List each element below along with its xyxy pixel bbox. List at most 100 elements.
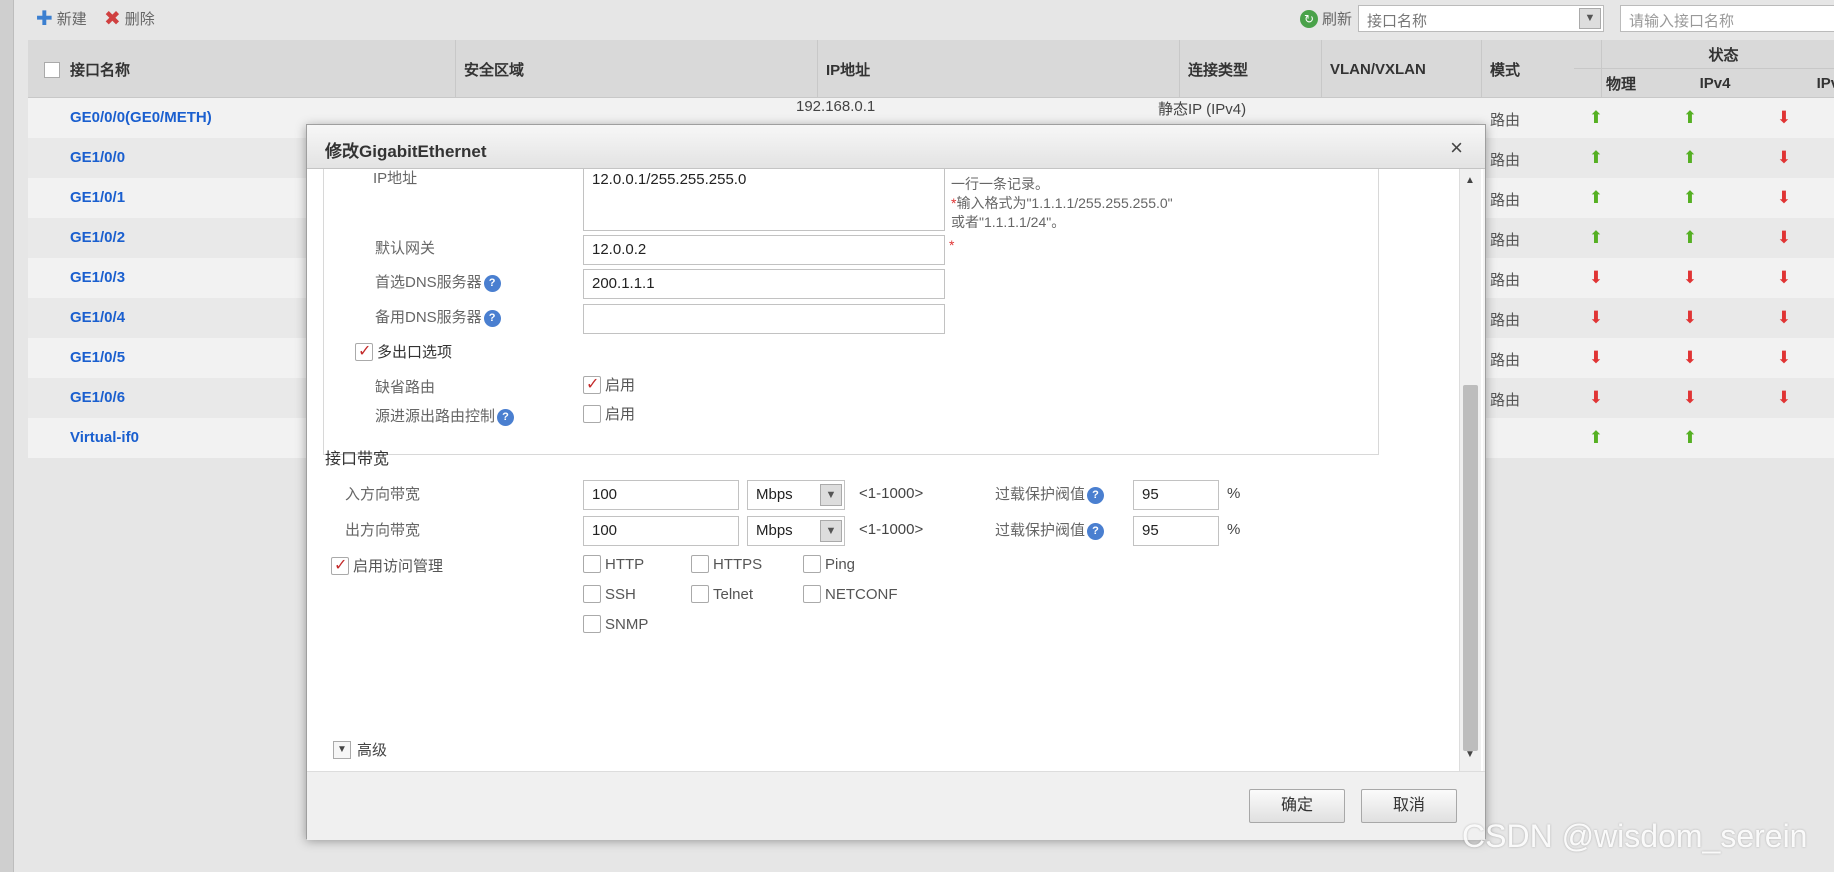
watermark: CSDN @wisdom_serein: [1462, 818, 1808, 854]
checkbox-box[interactable]: [355, 341, 373, 361]
interface-name-link[interactable]: GE1/0/2: [70, 229, 125, 246]
checkbox-box[interactable]: [803, 555, 821, 573]
status-up-icon: ⬆: [1682, 228, 1698, 247]
header-zone[interactable]: 安全区域: [456, 40, 818, 98]
status-down-icon: ⬇: [1776, 228, 1792, 247]
out-overload-label-text: 过载保护阀值: [995, 522, 1086, 539]
chevron-down-icon[interactable]: ▼: [820, 520, 842, 542]
edit-interface-dialog: 修改GigabitEthernet × IP地址 一行一条记录。 *输入格式为"…: [306, 124, 1486, 840]
delete-button-label: 删除: [124, 11, 155, 28]
status-down-icon: ⬇: [1682, 308, 1698, 327]
mode-cell: 路由: [1490, 112, 1521, 129]
header-physical: 物理: [1605, 76, 1636, 93]
checkbox-box[interactable]: [691, 555, 709, 573]
source-route-label: 源进源出路由控制?: [375, 405, 515, 426]
dns2-label: 备用DNS服务器?: [375, 306, 501, 327]
help-icon[interactable]: ?: [1087, 486, 1105, 504]
scroll-up-icon[interactable]: ▲: [1465, 175, 1475, 186]
interface-name-link[interactable]: GE1/0/3: [70, 269, 125, 286]
header-conn-type[interactable]: 连接类型: [1180, 40, 1322, 98]
interface-name-link[interactable]: GE1/0/4: [70, 309, 125, 326]
checkbox-box[interactable]: [583, 374, 601, 394]
header-vlan[interactable]: VLAN/VXLAN: [1322, 40, 1482, 98]
service-netconf-checkbox[interactable]: NETCONF: [803, 585, 898, 603]
status-down-icon: ⬇: [1588, 388, 1604, 407]
hint-line-3: 或者"1.1.1.1/24"。: [951, 214, 1066, 230]
service-label: HTTPS: [713, 555, 763, 573]
checkbox-box[interactable]: [691, 585, 709, 603]
out-bandwidth-unit-select[interactable]: Mbps ▼: [747, 516, 845, 546]
help-icon[interactable]: ?: [1087, 522, 1105, 540]
scroll-thumb[interactable]: [1463, 385, 1478, 751]
service-telnet-checkbox[interactable]: Telnet: [691, 585, 753, 603]
interface-name-link[interactable]: GE1/0/0: [70, 149, 125, 166]
filter-field-select[interactable]: 接口名称 ▼: [1358, 5, 1604, 32]
service-label: NETCONF: [825, 585, 898, 603]
status-up-icon: ⬆: [1588, 108, 1604, 127]
close-icon[interactable]: ×: [1450, 135, 1463, 161]
gateway-input[interactable]: 12.0.0.2: [583, 235, 945, 265]
chevron-down-icon[interactable]: ▼: [1579, 8, 1601, 29]
in-bandwidth-unit-select[interactable]: Mbps ▼: [747, 480, 845, 510]
service-label: Telnet: [713, 585, 754, 603]
ok-button[interactable]: 确定: [1249, 789, 1345, 823]
service-https-checkbox[interactable]: HTTPS: [691, 555, 762, 573]
status-up-icon: ⬆: [1682, 108, 1698, 127]
access-mgmt-checkbox[interactable]: 启用访问管理: [331, 555, 443, 576]
source-route-checkbox[interactable]: 启用: [583, 403, 635, 424]
scroll-down-icon[interactable]: ▼: [1465, 749, 1475, 760]
status-up-icon: ⬆: [1588, 428, 1604, 447]
help-icon[interactable]: ?: [497, 408, 515, 426]
ip-format-hint: 一行一条记录。 *输入格式为"1.1.1.1/255.255.255.0" 或者…: [951, 175, 1173, 232]
interface-name-link[interactable]: Virtual-if0: [70, 429, 139, 446]
interface-name-link[interactable]: GE1/0/6: [70, 389, 125, 406]
dialog-scrollbar[interactable]: ▲ ▼: [1459, 169, 1481, 771]
interface-name-link[interactable]: GE0/0/0(GE0/METH): [70, 109, 212, 126]
refresh-button[interactable]: ↻ 刷新: [1300, 8, 1352, 29]
service-ping-checkbox[interactable]: Ping: [803, 555, 855, 573]
in-unit-value: Mbps: [756, 486, 793, 503]
header-ipv6: IPv6: [1816, 75, 1834, 92]
header-ipv4: IPv4: [1699, 75, 1731, 92]
ip-address-textarea[interactable]: [583, 169, 945, 231]
checkbox-box[interactable]: [583, 615, 601, 633]
checkbox-box[interactable]: [583, 404, 601, 423]
checkbox-box[interactable]: [803, 585, 821, 603]
cancel-button[interactable]: 取消: [1361, 789, 1457, 823]
checkbox-box[interactable]: [331, 555, 349, 575]
select-all-checkbox[interactable]: [44, 62, 60, 78]
service-ssh-checkbox[interactable]: SSH: [583, 585, 636, 603]
multi-exit-checkbox[interactable]: 多出口选项: [355, 341, 452, 362]
help-icon[interactable]: ?: [483, 309, 501, 327]
chevron-down-icon[interactable]: ▼: [820, 484, 842, 506]
service-snmp-checkbox[interactable]: SNMP: [583, 615, 648, 633]
interface-name-link[interactable]: GE1/0/5: [70, 349, 125, 366]
service-http-checkbox[interactable]: HTTP: [583, 555, 644, 573]
multi-exit-label: 多出口选项: [377, 344, 453, 361]
new-button[interactable]: ✚ 新建: [36, 8, 87, 29]
out-threshold-input[interactable]: 95: [1133, 516, 1219, 546]
status-up-icon: ⬆: [1682, 188, 1698, 207]
dns2-input[interactable]: [583, 304, 945, 334]
service-label: SNMP: [605, 615, 649, 633]
delete-button[interactable]: ✖ 删除: [104, 8, 155, 29]
out-bandwidth-input[interactable]: 100: [583, 516, 739, 546]
search-input[interactable]: 请输入接口名称: [1620, 5, 1834, 32]
advanced-toggle[interactable]: ▼ 高级: [333, 739, 387, 760]
in-bandwidth-input[interactable]: 100: [583, 480, 739, 510]
status-down-icon: ⬇: [1776, 308, 1792, 327]
mode-cell: 路由: [1490, 392, 1521, 409]
interface-name-link[interactable]: GE1/0/1: [70, 189, 125, 206]
checkbox-box[interactable]: [583, 555, 601, 573]
status-up-icon: ⬆: [1588, 228, 1604, 247]
default-route-checkbox[interactable]: 启用: [583, 374, 635, 395]
help-icon[interactable]: ?: [483, 274, 501, 292]
in-threshold-input[interactable]: 95: [1133, 480, 1219, 510]
header-name[interactable]: 接口名称: [62, 40, 456, 98]
left-edge-rail: [0, 0, 14, 872]
header-ip[interactable]: IP地址: [818, 40, 1180, 98]
checkbox-box[interactable]: [583, 585, 601, 603]
dns1-input[interactable]: 200.1.1.1: [583, 269, 945, 299]
mode-cell: 路由: [1490, 232, 1521, 249]
new-button-label: 新建: [56, 11, 87, 28]
